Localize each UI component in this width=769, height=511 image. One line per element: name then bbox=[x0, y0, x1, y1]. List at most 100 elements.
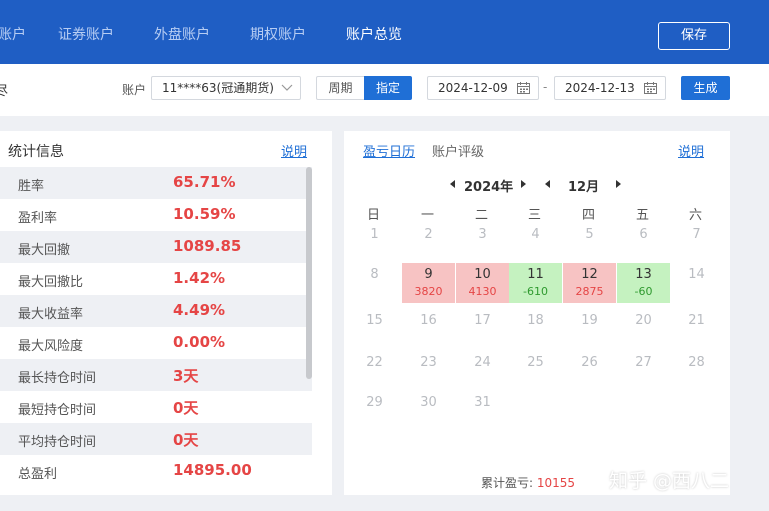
account-label: 账户 bbox=[122, 83, 147, 97]
stat-value: 1089.85 bbox=[173, 237, 242, 255]
day-number: 2 bbox=[424, 227, 433, 242]
day-number: 25 bbox=[527, 355, 544, 370]
calendar-day[interactable]: 30 bbox=[402, 391, 455, 431]
calendar-day[interactable]: 7 bbox=[670, 223, 723, 263]
calendar-day[interactable]: 9 3820 bbox=[402, 263, 455, 303]
stats-scrollbar[interactable] bbox=[306, 167, 312, 379]
calendar-day[interactable]: 28 bbox=[670, 351, 723, 391]
nav-tab-account-overview[interactable]: 账户总览 bbox=[346, 24, 402, 44]
stat-value: 3天 bbox=[173, 367, 199, 385]
calendar-day[interactable]: 5 bbox=[563, 223, 616, 263]
calendar-day[interactable]: 24 bbox=[456, 351, 509, 391]
nav-tab-account[interactable]: 账户 bbox=[0, 24, 26, 44]
cumulative-pnl: 累计盈亏: 10155 bbox=[481, 474, 575, 491]
cumulative-pnl-label: 累计盈亏: bbox=[481, 476, 534, 490]
day-number: 27 bbox=[635, 355, 652, 370]
stat-row: 最大收益率 4.49% bbox=[0, 295, 312, 327]
day-number: 29 bbox=[366, 395, 383, 410]
day-number: 22 bbox=[366, 355, 383, 370]
stats-panel: 统计信息 说明 胜率 65.71% 盈利率 10.59% 最大回撤 1089.85 最大回撤… bbox=[0, 131, 332, 495]
day-number: 20 bbox=[635, 313, 652, 328]
day-number: 5 bbox=[585, 227, 594, 242]
calendar-day[interactable]: 17 bbox=[456, 309, 509, 349]
calendar-panel: 盈亏日历 账户评级 说明 2024年 12月 日一二三四五六1234567893… bbox=[344, 131, 730, 495]
prev-month-icon[interactable] bbox=[545, 180, 550, 188]
calendar-day[interactable]: 15 bbox=[348, 309, 401, 349]
start-date-input[interactable]: 2024-12-09 bbox=[427, 76, 539, 100]
tab-account-rating[interactable]: 账户评级 bbox=[432, 141, 484, 160]
day-number: 13 bbox=[635, 267, 652, 282]
calendar-day[interactable]: 3 bbox=[456, 223, 509, 263]
nav-tab-securities-account[interactable]: 证券账户 bbox=[58, 24, 114, 44]
calendar-day[interactable]: 16 bbox=[402, 309, 455, 349]
prev-year-icon[interactable] bbox=[450, 180, 455, 188]
period-custom-button[interactable]: 指定 bbox=[364, 76, 412, 100]
calendar-icon bbox=[644, 82, 657, 94]
next-month-icon[interactable] bbox=[616, 180, 621, 188]
calendar-day[interactable]: 8 bbox=[348, 263, 401, 303]
top-nav: 账户 证券账户 外盘账户 期权账户 账户总览 保存 bbox=[0, 0, 769, 64]
cumulative-pnl-value: 10155 bbox=[536, 476, 576, 490]
day-pnl: 4130 bbox=[468, 285, 497, 298]
day-number: 10 bbox=[474, 267, 491, 282]
calendar-day[interactable]: 29 bbox=[348, 391, 401, 431]
day-number: 23 bbox=[420, 355, 437, 370]
chevron-down-icon bbox=[281, 84, 293, 91]
weekday-header: 三 bbox=[527, 208, 541, 223]
calendar-day[interactable]: 27 bbox=[617, 351, 670, 391]
calendar-day[interactable]: 14 bbox=[670, 263, 723, 303]
day-pnl: 2875 bbox=[575, 285, 604, 298]
calendar-day[interactable]: 25 bbox=[509, 351, 562, 391]
next-year-icon[interactable] bbox=[521, 180, 526, 188]
day-number: 8 bbox=[370, 267, 379, 282]
calendar-day[interactable]: 31 bbox=[456, 391, 509, 431]
generate-button[interactable]: 生成 bbox=[681, 76, 730, 100]
calendar-day[interactable]: 10 4130 bbox=[456, 263, 509, 303]
calendar-day[interactable]: 21 bbox=[670, 309, 723, 349]
calendar-day[interactable]: 1 bbox=[348, 223, 401, 263]
day-number: 19 bbox=[581, 313, 598, 328]
calendar-help-link[interactable]: 说明 bbox=[678, 141, 704, 160]
stat-label: 最大回撤比 bbox=[18, 275, 84, 290]
nav-tab-options-account[interactable]: 期权账户 bbox=[250, 24, 306, 44]
stats-title: 统计信息 bbox=[8, 144, 64, 160]
day-pnl: -60 bbox=[634, 285, 653, 298]
account-select[interactable]: 11****63(冠通期货) bbox=[151, 76, 301, 100]
stat-label: 最短持仓时间 bbox=[18, 403, 97, 418]
stat-label: 盈利率 bbox=[18, 211, 58, 226]
start-date-value: 2024-12-09 bbox=[438, 81, 508, 95]
day-number: 11 bbox=[527, 267, 544, 282]
save-button[interactable]: 保存 bbox=[658, 22, 730, 50]
day-number: 3 bbox=[478, 227, 487, 242]
weekday-header: 一 bbox=[420, 208, 434, 223]
stat-label: 平均持仓时间 bbox=[18, 435, 97, 450]
calendar-day[interactable]: 4 bbox=[509, 223, 562, 263]
stat-value: 0.00% bbox=[173, 333, 226, 351]
weekday-header: 六 bbox=[688, 208, 702, 223]
stats-help-link[interactable]: 说明 bbox=[281, 141, 307, 160]
stat-value: 4.49% bbox=[173, 301, 226, 319]
stat-value: 65.71% bbox=[173, 173, 236, 191]
day-number: 12 bbox=[581, 267, 598, 282]
end-date-input[interactable]: 2024-12-13 bbox=[554, 76, 666, 100]
period-week-button[interactable]: 周期 bbox=[316, 76, 365, 100]
stat-row: 平均持仓时间 0天 bbox=[0, 423, 312, 455]
calendar-day[interactable]: 19 bbox=[563, 309, 616, 349]
calendar-day[interactable]: 26 bbox=[563, 351, 616, 391]
day-pnl: 3820 bbox=[414, 285, 443, 298]
calendar-day[interactable]: 11 -610 bbox=[509, 263, 562, 303]
stat-row: 最短持仓时间 0天 bbox=[0, 391, 312, 423]
calendar-day[interactable]: 22 bbox=[348, 351, 401, 391]
nav-tab-foreign-account[interactable]: 外盘账户 bbox=[154, 24, 210, 44]
calendar-day[interactable]: 13 -60 bbox=[617, 263, 670, 303]
calendar-day[interactable]: 23 bbox=[402, 351, 455, 391]
calendar-day[interactable]: 6 bbox=[617, 223, 670, 263]
calendar-day[interactable]: 12 2875 bbox=[563, 263, 616, 303]
month-label: 12月 bbox=[568, 180, 600, 195]
calendar-day[interactable]: 2 bbox=[402, 223, 455, 263]
day-number: 24 bbox=[474, 355, 491, 370]
stat-label: 最大风险度 bbox=[18, 339, 84, 354]
calendar-day[interactable]: 18 bbox=[509, 309, 562, 349]
calendar-day[interactable]: 20 bbox=[617, 309, 670, 349]
tab-pnl-calendar[interactable]: 盈亏日历 bbox=[363, 141, 415, 160]
